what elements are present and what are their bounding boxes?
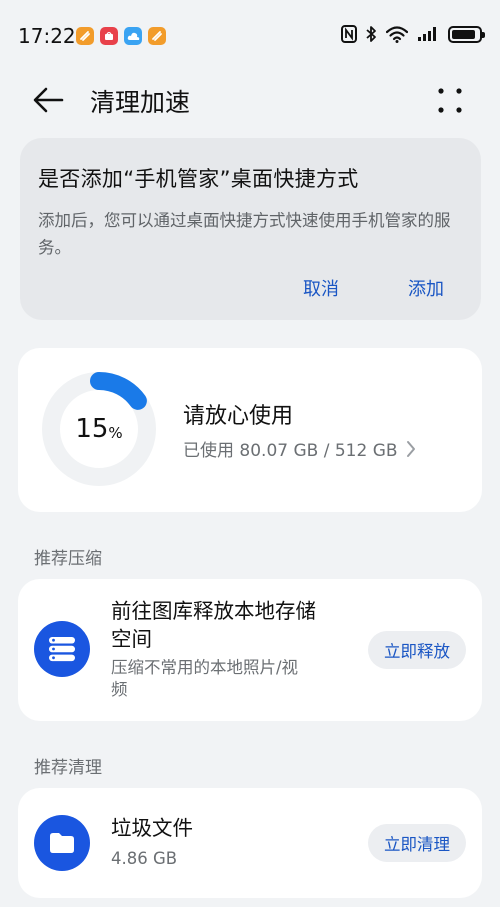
cancel-button[interactable]: 取消 [303, 275, 339, 301]
clean-now-button[interactable]: 立即清理 [368, 824, 466, 862]
section-label-clean: 推荐清理 [34, 758, 102, 778]
notes-app-icon [148, 27, 166, 45]
status-time: 17:22 [18, 24, 76, 48]
storage-ring: 15% [40, 370, 158, 488]
junk-files-title: 垃圾文件 [111, 816, 193, 840]
compress-card-desc: 压缩不常用的本地照片/视 频 [111, 657, 298, 701]
prompt-title: 是否添加“手机管家”桌面快捷方式 [38, 167, 359, 191]
storage-percent-symbol: % [108, 424, 123, 442]
battery-icon [448, 25, 485, 43]
more-options-button[interactable] [432, 84, 468, 116]
page-title: 清理加速 [90, 88, 191, 117]
chevron-right-icon [406, 440, 415, 457]
storage-percent: 15% [40, 370, 158, 488]
nfc-icon [341, 25, 357, 43]
storage-status: 请放心使用 [183, 404, 294, 429]
back-button[interactable] [30, 84, 66, 116]
compress-title-line2: 空间 [111, 627, 152, 651]
storage-usage-row: 已使用 80.07 GB / 512 GB [183, 436, 416, 461]
compress-title-line1: 前往图库释放本地存储 [111, 599, 316, 623]
storage-usage: 已使用 80.07 GB / 512 GB [183, 441, 398, 461]
storage-card[interactable]: 15% 请放心使用 已使用 80.07 GB / 512 GB [18, 348, 482, 512]
junk-files-card[interactable]: 垃圾文件 4.86 GB 立即清理 [18, 788, 482, 898]
bluetooth-icon [366, 26, 376, 42]
status-bar: 17:22 [0, 0, 500, 72]
compress-desc-line2: 频 [111, 680, 128, 699]
more-dots-icon [438, 88, 462, 113]
section-label-compress: 推荐压缩 [34, 549, 102, 569]
huawei-store-icon [100, 27, 118, 45]
battery-level [452, 29, 476, 39]
release-now-button[interactable]: 立即释放 [368, 631, 466, 669]
compress-desc-line1: 压缩不常用的本地照片/视 [111, 658, 299, 677]
storage-stack-icon [34, 621, 90, 677]
system-icons [341, 25, 485, 43]
notification-icons [76, 27, 166, 45]
compress-card[interactable]: 前往图库释放本地存储 空间 压缩不常用的本地照片/视 频 立即释放 [18, 579, 482, 721]
folder-icon [34, 815, 90, 871]
wifi-icon [386, 25, 408, 43]
shortcut-prompt-card: 是否添加“手机管家”桌面快捷方式 添加后，您可以通过桌面快捷方式快速使用手机管家… [20, 138, 481, 320]
add-shortcut-button[interactable]: 添加 [408, 275, 444, 301]
signal-icon [418, 27, 436, 41]
storage-percent-value: 15 [75, 414, 109, 444]
arrow-left-icon [33, 87, 64, 113]
prompt-body: 添加后，您可以通过桌面快捷方式快速使用手机管家的服务。 [38, 211, 451, 257]
notes-app-icon [76, 27, 94, 45]
app-header: 清理加速 [0, 72, 500, 128]
junk-files-size: 4.86 GB [111, 849, 178, 868]
cloud-icon [124, 27, 142, 45]
compress-card-title: 前往图库释放本地存储 空间 [111, 597, 316, 653]
